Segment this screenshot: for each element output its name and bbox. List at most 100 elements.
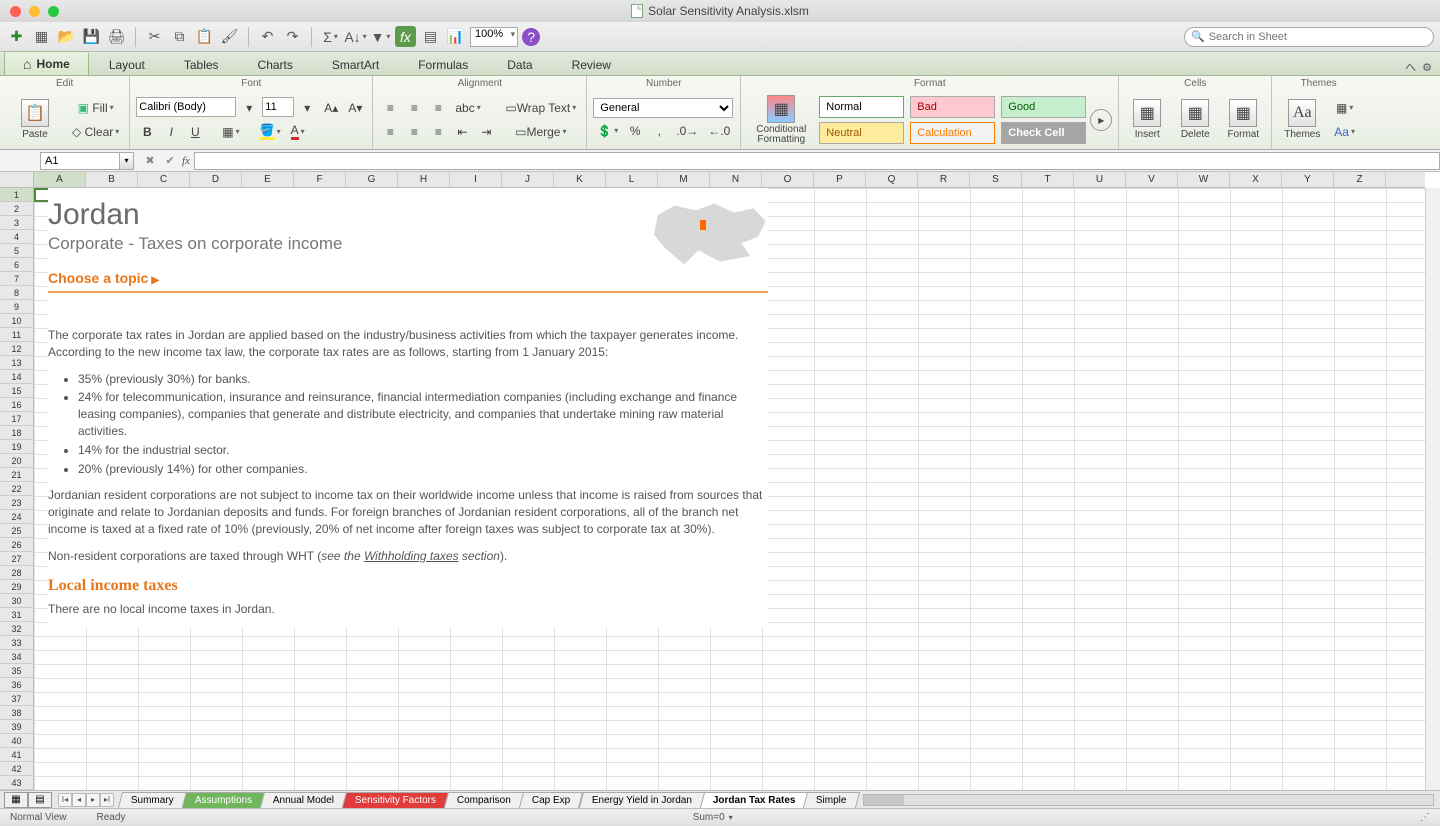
col-header[interactable]: I <box>450 172 502 187</box>
row-header[interactable]: 38 <box>0 706 33 720</box>
page-layout-view-icon[interactable]: ▤ <box>28 792 52 808</box>
themes-button[interactable]: AaThemes <box>1278 91 1326 149</box>
col-header[interactable]: Z <box>1334 172 1386 187</box>
row-header[interactable]: 25 <box>0 524 33 538</box>
fill-color-button[interactable]: 🪣 <box>256 121 285 143</box>
col-header[interactable]: D <box>190 172 242 187</box>
col-header[interactable]: V <box>1126 172 1178 187</box>
sheet-tab[interactable]: Simple <box>803 792 860 808</box>
col-header[interactable]: A <box>34 172 86 187</box>
row-header[interactable]: 34 <box>0 650 33 664</box>
format-painter-icon[interactable]: 🖌 <box>219 26 240 47</box>
horizontal-scrollbar[interactable] <box>863 794 1434 806</box>
sheet-last-icon[interactable]: ▸I <box>100 793 114 807</box>
new-workbook-icon[interactable]: ▦ <box>31 26 52 47</box>
vertical-scrollbar[interactable] <box>1425 188 1440 790</box>
increase-decimal-icon[interactable]: .0→ <box>672 120 702 142</box>
show-formulas-icon[interactable]: ▤ <box>420 26 441 47</box>
paste-icon[interactable]: 📋 <box>194 26 215 47</box>
fontsize-dropdown-icon[interactable]: ▾ <box>296 97 318 119</box>
row-header[interactable]: 7 <box>0 272 33 286</box>
col-header[interactable]: K <box>554 172 606 187</box>
font-color-button[interactable]: A <box>287 121 309 143</box>
row-header[interactable]: 2 <box>0 202 33 216</box>
col-header[interactable]: W <box>1178 172 1230 187</box>
font-dropdown-icon[interactable]: ▾ <box>238 97 260 119</box>
col-header[interactable]: H <box>398 172 450 187</box>
row-header[interactable]: 21 <box>0 468 33 482</box>
col-header[interactable]: C <box>138 172 190 187</box>
fill-button[interactable]: ▣ Fill <box>68 97 123 119</box>
decrease-font-icon[interactable]: A▾ <box>344 97 366 119</box>
column-headers[interactable]: ABCDEFGHIJKLMNOPQRSTUVWXYZ <box>34 172 1425 188</box>
excel-icon[interactable]: ✚ <box>6 26 27 47</box>
sheet-tab[interactable]: Annual Model <box>260 792 347 808</box>
orientation-icon[interactable]: abc <box>451 97 484 119</box>
theme-fonts-icon[interactable]: Aa <box>1330 121 1359 143</box>
zoom-select[interactable]: 100% <box>470 27 518 47</box>
col-header[interactable]: U <box>1074 172 1126 187</box>
indent-increase-icon[interactable]: ⇥ <box>475 121 497 143</box>
accept-formula-icon[interactable]: ✔ <box>162 154 178 167</box>
row-header[interactable]: 23 <box>0 496 33 510</box>
align-left-icon[interactable]: ≡ <box>379 121 401 143</box>
fx-label-icon[interactable]: fx <box>182 155 190 167</box>
paste-button[interactable]: 📋 Paste <box>6 91 64 149</box>
row-header[interactable]: 3 <box>0 216 33 230</box>
font-size-select[interactable] <box>262 97 294 117</box>
withholding-taxes-link[interactable]: Withholding taxes <box>364 549 459 563</box>
styles-more-icon[interactable]: ▸ <box>1090 109 1112 131</box>
format-cells-button[interactable]: ▦Format <box>1221 91 1265 149</box>
style-neutral[interactable]: Neutral <box>819 122 904 144</box>
row-header[interactable]: 15 <box>0 384 33 398</box>
tab-data[interactable]: Data <box>488 53 551 75</box>
tab-home[interactable]: Home <box>4 51 89 75</box>
row-header[interactable]: 4 <box>0 230 33 244</box>
save-icon[interactable]: 💾 <box>81 26 102 47</box>
increase-font-icon[interactable]: A▴ <box>320 97 342 119</box>
formula-input[interactable] <box>194 152 1440 170</box>
align-center-icon[interactable]: ≡ <box>403 121 425 143</box>
delete-button[interactable]: ▦Delete <box>1173 91 1217 149</box>
col-header[interactable]: B <box>86 172 138 187</box>
percent-icon[interactable]: % <box>624 120 646 142</box>
col-header[interactable]: S <box>970 172 1022 187</box>
search-sheet[interactable]: 🔍 <box>1184 27 1434 47</box>
name-box-dropdown-icon[interactable]: ▾ <box>120 152 134 170</box>
sheet-first-icon[interactable]: I◂ <box>58 793 72 807</box>
border-button[interactable]: ▦ <box>218 121 243 143</box>
normal-view-icon[interactable]: ▦ <box>4 792 28 808</box>
row-header[interactable]: 41 <box>0 748 33 762</box>
tab-charts[interactable]: Charts <box>239 53 312 75</box>
name-box[interactable]: A1 <box>40 152 120 170</box>
row-header[interactable]: 37 <box>0 692 33 706</box>
wrap-text-button[interactable]: ▭ Wrap Text <box>501 97 580 119</box>
row-header[interactable]: 1 <box>0 188 33 202</box>
col-header[interactable]: E <box>242 172 294 187</box>
sheet-tab[interactable]: Jordan Tax Rates <box>700 792 809 808</box>
row-header[interactable]: 10 <box>0 314 33 328</box>
row-header[interactable]: 43 <box>0 776 33 790</box>
col-header[interactable]: J <box>502 172 554 187</box>
collapse-ribbon-icon[interactable]: へ <box>1405 59 1416 75</box>
row-header[interactable]: 17 <box>0 412 33 426</box>
resize-handle-icon[interactable]: ⋰ <box>1420 812 1430 823</box>
align-bottom-icon[interactable]: ≡ <box>427 97 449 119</box>
currency-icon[interactable]: 💲 <box>593 120 622 142</box>
col-header[interactable]: Q <box>866 172 918 187</box>
style-good[interactable]: Good <box>1001 96 1086 118</box>
row-header[interactable]: 35 <box>0 664 33 678</box>
row-header[interactable]: 8 <box>0 286 33 300</box>
align-top-icon[interactable]: ≡ <box>379 97 401 119</box>
col-header[interactable]: Y <box>1282 172 1334 187</box>
style-check-cell[interactable]: Check Cell <box>1001 122 1086 144</box>
sheet-tab[interactable]: Assumptions <box>182 792 266 808</box>
spreadsheet-grid[interactable]: ABCDEFGHIJKLMNOPQRSTUVWXYZ 1234567891011… <box>0 172 1440 790</box>
tab-tables[interactable]: Tables <box>165 53 238 75</box>
row-header[interactable]: 13 <box>0 356 33 370</box>
theme-colors-icon[interactable]: ▦ <box>1330 97 1359 119</box>
font-name-select[interactable] <box>136 97 236 117</box>
merge-button[interactable]: ▭ Merge <box>501 121 580 143</box>
italic-button[interactable]: I <box>160 121 182 143</box>
search-input[interactable] <box>1209 31 1427 43</box>
